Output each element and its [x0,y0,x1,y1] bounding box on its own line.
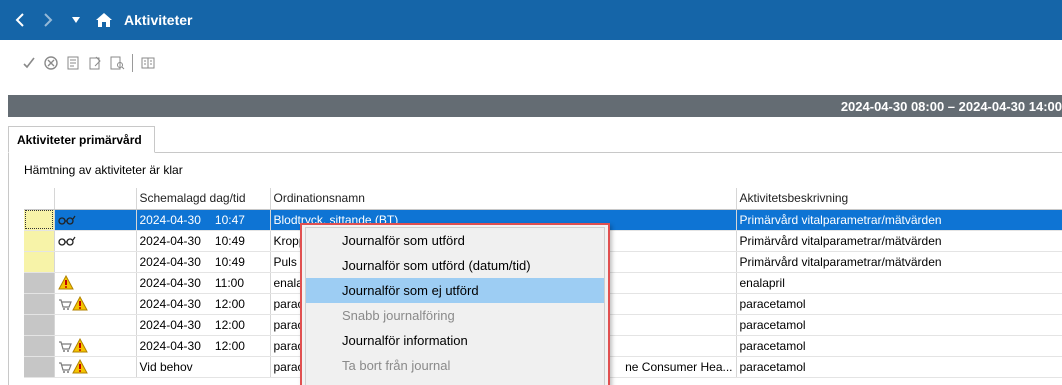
check-icon[interactable] [18,52,40,74]
row-description: Primärvård vitalparametrar/mätvärden [736,209,1062,231]
row-description: Primärvård vitalparametrar/mätvärden [736,251,1062,273]
menu-item-5: Ta bort från journal [342,358,451,373]
caret-down-icon [72,17,80,23]
toolbar [0,52,159,74]
row-date: 2024-04-30 [139,317,201,332]
row-icon-cell [54,230,137,252]
column-header-description[interactable]: Aktivitetsbeskrivning [736,188,1062,210]
row-status-flag [24,230,55,252]
home-icon [96,13,112,27]
row-status-flag [24,272,55,294]
row-icon-cell [54,314,137,336]
row-description: paracetamol [736,314,1062,336]
status-text: Hämtning av aktiviteter är klar [24,163,183,177]
tab-label: Aktiviteter primärvård [17,132,142,147]
row-description: paracetamol [736,356,1062,378]
menu-item-4[interactable]: Journalför information [306,328,604,353]
row-scheduled: Vid behov [136,356,271,378]
home-button[interactable] [90,0,118,40]
row-description: Primärvård vitalparametrar/mätvärden [736,230,1062,252]
column-header-ordination[interactable]: Ordinationsnamn [270,188,737,210]
history-dropdown-button[interactable] [62,0,90,40]
row-icon-cell [54,209,137,231]
sign-icon[interactable] [84,52,106,74]
row-ordination-tail: ne Consumer Hea... [625,359,733,374]
row-scheduled: 2024-04-30 12:00 [136,335,271,357]
row-date: 2024-04-30 [139,233,201,248]
row-date: Vid behov [139,359,193,374]
row-ordination-text: Puls [273,254,297,269]
chevron-left-icon [15,13,24,27]
row-icon-cell [54,251,137,273]
row-scheduled: 2024-04-30 12:00 [136,293,271,315]
row-date: 2024-04-30 [139,296,201,311]
table-header-row: Schemalagd dag/tid Ordinationsnamn Aktiv… [24,188,1062,210]
menu-item-0[interactable]: Journalför som utförd [306,228,604,253]
row-time: 12:00 [214,296,245,311]
forward-button[interactable] [34,0,62,40]
title-bar: Aktiviteter [0,0,1062,40]
row-scheduled: 2024-04-30 10:47 [136,209,271,231]
date-range-bar: 2024-04-30 08:00 – 2024-04-30 14:00 [8,95,1062,117]
menu-item-1[interactable]: Journalför som utförd (datum/tid) [306,253,604,278]
row-date: 2024-04-30 [139,212,201,227]
toolbar-separator [132,54,133,72]
row-time: 10:49 [214,254,245,269]
row-status-flag [24,335,55,357]
row-description: paracetamol [736,293,1062,315]
row-status-flag [24,293,55,315]
row-description: enalapril [736,272,1062,294]
back-button[interactable] [6,0,34,40]
row-time: 11:00 [214,275,245,290]
row-scheduled: 2024-04-30 12:00 [136,314,271,336]
row-status-flag [24,251,55,273]
cart-warning-icon [58,296,88,311]
context-menu-list: Journalför som utförd Journalför som utfö… [305,227,605,385]
tab-aktiviteter-primarvard[interactable]: Aktiviteter primärvård [8,126,155,153]
row-time: 12:00 [214,338,245,353]
row-icon-cell [54,293,137,315]
row-time: 12:00 [214,317,245,332]
column-header-scheduled[interactable]: Schemalagd dag/tid [136,188,271,210]
row-scheduled: 2024-04-30 10:49 [136,230,271,252]
row-scheduled: 2024-04-30 10:49 [136,251,271,273]
row-date: 2024-04-30 [139,338,201,353]
book-icon[interactable] [137,52,159,74]
cancel-circle-icon[interactable] [40,52,62,74]
row-time: 10:49 [214,233,245,248]
cart-warning-icon [58,338,88,353]
row-icon-cell [54,335,137,357]
row-date: 2024-04-30 [139,254,201,269]
row-status-flag [24,356,55,378]
row-date: 2024-04-30 [139,275,201,290]
column-header-flag[interactable] [24,188,55,210]
date-range-label: 2024-04-30 08:00 – 2024-04-30 14:00 [840,98,1062,114]
menu-item-2[interactable]: Journalför som ej utförd [306,278,604,303]
journal-icon[interactable] [62,52,84,74]
chevron-right-icon [44,13,53,27]
cart-warning-icon [58,359,88,374]
row-time: 10:47 [214,212,245,227]
context-menu: Journalför som utförd Journalför som utfö… [300,223,610,385]
row-icon-cell [54,356,137,378]
row-status-flag [24,314,55,336]
window-title: Aktiviteter [124,12,193,28]
row-scheduled: 2024-04-30 11:00 [136,272,271,294]
menu-item-3: Snabb journalföring [342,308,455,323]
glasses-icon [57,215,76,225]
glasses-icon [57,236,76,246]
warning-icon [57,275,74,290]
row-icon-cell [54,272,137,294]
column-header-icon[interactable] [54,188,137,210]
row-status-flag [24,209,55,231]
document-search-icon[interactable] [106,52,128,74]
row-description: paracetamol [736,335,1062,357]
